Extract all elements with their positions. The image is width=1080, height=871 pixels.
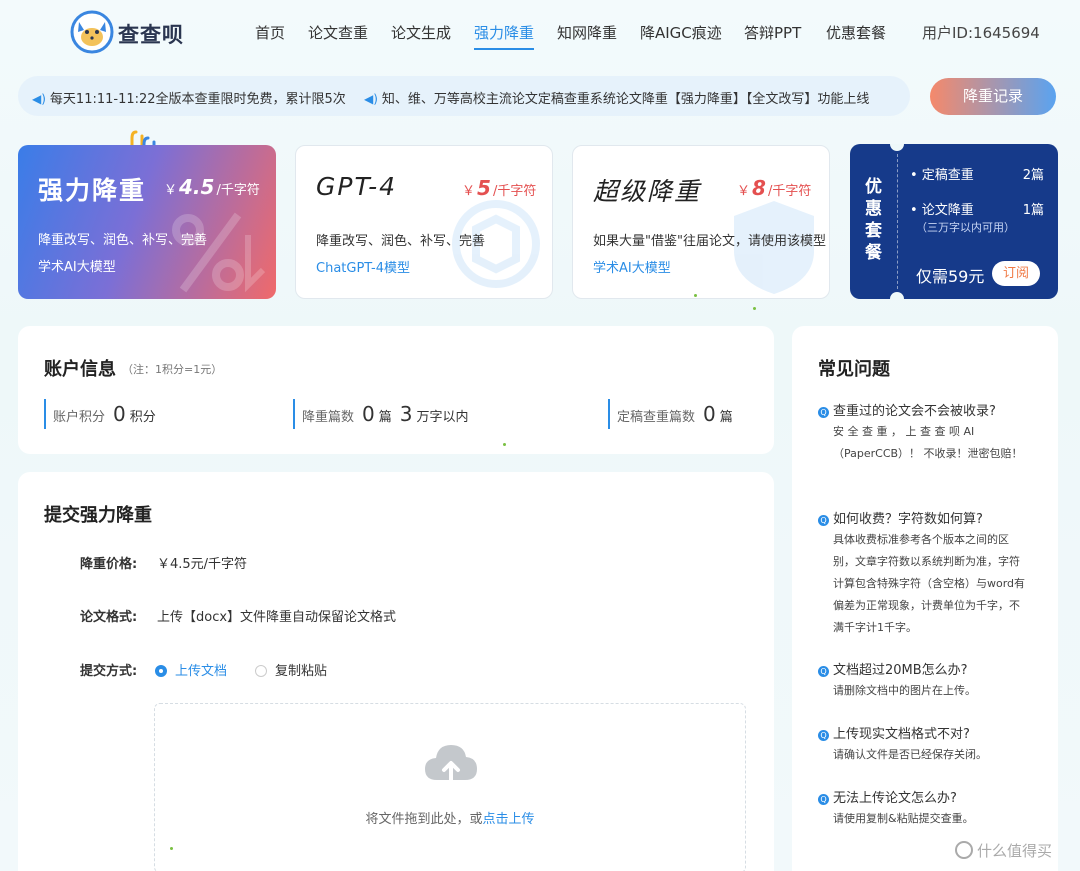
- radio-dot: [255, 665, 267, 677]
- user-id[interactable]: 用户ID:1645694: [922, 22, 1040, 43]
- submit-title: 提交强力降重: [44, 501, 152, 527]
- faq-question: Q 上传现实文档格式不对?: [818, 723, 1028, 742]
- package-price: 仅需59元: [916, 267, 985, 286]
- decor-dot: [694, 294, 697, 297]
- radio-copy-paste[interactable]: 复制粘贴: [255, 660, 327, 679]
- notice-item[interactable]: ◀) 知、维、万等高校主流论文定稿查重系统论文降重【强力降重】【全文改写】功能上线: [364, 88, 869, 107]
- decor-dot: [753, 307, 756, 310]
- product-card-super[interactable]: 超级降重 ￥ 8/千字符 如果大量"借鉴"往届论文，请使用该模型 学术AI大模型: [572, 145, 830, 299]
- nav-home[interactable]: 首页: [255, 22, 285, 43]
- account-panel: 账户信息 （注：1积分=1元） 账户积分 0 积分 降重篇数 0 篇 3 万字以内 定稿查重…: [18, 326, 774, 454]
- nav-cnki-rewrite[interactable]: 知网降重: [557, 22, 617, 43]
- package-note: （三万字以内可用）: [916, 221, 1015, 234]
- product-model: 学术AI大模型: [38, 260, 116, 275]
- product-price: ￥ 4.5/千字符: [164, 175, 260, 199]
- package-count-rewrite: 1篇: [1022, 203, 1044, 218]
- ticket-notch: [890, 144, 904, 151]
- product-name: 超级降重: [593, 177, 702, 206]
- faq-question: Q 如何收费？字符数如何算?: [818, 508, 1028, 527]
- product-price: ￥ 8/千字符: [737, 176, 812, 200]
- package-divider: [897, 154, 898, 289]
- faq-item[interactable]: Q 查重过的论文会不会被收录? 安 全 查 重 ， 上 查 查 呗 AI （Pap…: [818, 400, 1028, 465]
- faq-question: Q 无法上传论文怎么办?: [818, 787, 1028, 806]
- watermark-logo-icon: [955, 841, 973, 859]
- product-desc: 降重改写、润色、补写、完善: [316, 234, 486, 249]
- format-label: 论文格式:: [80, 610, 138, 625]
- notice-item[interactable]: ◀) 每天11:11-11:22全版本查重限时免费，累计限5次: [32, 88, 346, 107]
- stat-final-check-count: 定稿查重篇数 0 篇: [608, 399, 733, 429]
- product-desc: 降重改写、润色、补写、完善: [38, 233, 208, 248]
- account-title: 账户信息: [44, 355, 116, 381]
- radio-dot: [155, 665, 167, 677]
- ticket-notch: [890, 292, 904, 299]
- stat-points: 账户积分 0 积分: [44, 399, 156, 429]
- stat-rewrite-count: 降重篇数 0 篇 3 万字以内: [293, 399, 469, 429]
- package-count-check: 2篇: [1022, 168, 1044, 183]
- price-label: 降重价格:: [80, 557, 138, 572]
- price-value: ￥4.5元/千字符: [157, 557, 248, 572]
- product-card-strong[interactable]: 强力降重 ￥ 4.5/千字符 降重改写、润色、补写、完善 学术AI大模型: [18, 145, 276, 299]
- cloud-upload-icon: [425, 745, 477, 784]
- speaker-icon: ◀): [364, 92, 378, 106]
- question-icon: Q: [818, 666, 829, 677]
- faq-question: Q 文档超过20MB怎么办?: [818, 659, 1028, 678]
- question-icon: Q: [818, 407, 829, 418]
- upload-hint: 将文件拖到此处，或点击上传: [365, 812, 535, 827]
- nav-defense-ppt[interactable]: 答辩PPT: [744, 22, 801, 43]
- account-note: （注：1积分=1元）: [122, 363, 223, 376]
- faq-item[interactable]: Q 上传现实文档格式不对? 请确认文件是否已经保存关闭。: [818, 723, 1028, 766]
- click-upload-link[interactable]: 点击上传: [483, 812, 535, 827]
- faq-question: Q 查重过的论文会不会被收录?: [818, 400, 1028, 419]
- faq-answer: 请删除文档中的图片在上传。: [833, 684, 976, 697]
- logo-text[interactable]: 查查呗: [118, 19, 184, 49]
- package-card[interactable]: 优惠套餐 • 定稿查重 2篇 • 论文降重 1篇 （三万字以内可用） 仅需59元…: [850, 144, 1058, 299]
- question-icon: Q: [818, 730, 829, 741]
- product-name: 强力降重: [38, 176, 147, 205]
- faq-title: 常见问题: [818, 355, 890, 381]
- radio-upload-document[interactable]: 上传文档: [155, 660, 227, 679]
- product-name: GPT-4: [316, 172, 398, 201]
- package-line-check: • 定稿查重: [910, 168, 974, 183]
- product-desc: 如果大量"借鉴"往届论文，请使用该模型: [593, 234, 826, 249]
- faq-item[interactable]: Q 无法上传论文怎么办? 请使用复制&粘贴提交查重。: [818, 787, 1028, 830]
- faq-answer: 请使用复制&粘贴提交查重。: [833, 812, 974, 825]
- decor-dot: [170, 847, 173, 850]
- nav-aigc-reduce[interactable]: 降AIGC痕迹: [640, 22, 722, 43]
- product-price: ￥ 5/千字符: [462, 176, 537, 200]
- watermark: 什么值得买: [955, 840, 1052, 861]
- notice-bar: ◀) 每天11:11-11:22全版本查重限时免费，累计限5次 ◀) 知、维、万等高…: [18, 76, 910, 116]
- file-upload-dropzone[interactable]: 将文件拖到此处，或点击上传: [154, 703, 746, 871]
- logo-icon[interactable]: [70, 10, 114, 54]
- package-line-rewrite: • 论文降重: [910, 203, 974, 218]
- product-model: 学术AI大模型: [593, 261, 671, 276]
- faq-panel: 常见问题 Q 查重过的论文会不会被收录? 安 全 查 重 ， 上 查 查 呗 AI…: [792, 326, 1058, 871]
- product-model: ChatGPT-4模型: [316, 261, 411, 276]
- percent-down-icon: [172, 212, 266, 293]
- package-title: 优惠套餐: [865, 177, 882, 263]
- submit-panel: 提交强力降重 降重价格: ￥4.5元/千字符 论文格式: 上传【docx】文件降…: [18, 472, 774, 871]
- product-card-gpt4[interactable]: GPT-4 ￥ 5/千字符 降重改写、润色、补写、完善 ChatGPT-4模型: [295, 145, 553, 299]
- nav-paper-check[interactable]: 论文查重: [308, 22, 368, 43]
- question-icon: Q: [818, 515, 829, 526]
- faq-answer: 安 全 查 重 ， 上 查 查 呗 AI （PaperCCB）！ 不收录！泄密包…: [833, 425, 1023, 460]
- nav-strong-rewrite[interactable]: 强力降重: [474, 22, 535, 50]
- faq-item[interactable]: Q 文档超过20MB怎么办? 请删除文档中的图片在上传。: [818, 659, 1028, 702]
- decor-dot: [503, 443, 506, 446]
- faq-answer: 请确认文件是否已经保存关闭。: [833, 748, 987, 761]
- faq-answer: 具体收费标准参考各个版本之间的区别，文章字符数以系统判断为准，字符计算包含特殊字…: [833, 533, 1026, 634]
- format-value: 上传【docx】文件降重自动保留论文格式: [157, 610, 397, 625]
- question-icon: Q: [818, 794, 829, 805]
- speaker-icon: ◀): [32, 92, 46, 106]
- subscribe-button[interactable]: 订阅: [992, 261, 1040, 286]
- method-label: 提交方式:: [80, 664, 138, 679]
- top-header: 查查呗 首页 论文查重 论文生成 强力降重 知网降重 降AIGC痕迹 答辩PPT…: [0, 0, 1080, 66]
- nav-paper-generate[interactable]: 论文生成: [391, 22, 451, 43]
- nav-packages[interactable]: 优惠套餐: [826, 22, 886, 43]
- rewrite-record-button[interactable]: 降重记录: [930, 78, 1056, 115]
- faq-item[interactable]: Q 如何收费？字符数如何算? 具体收费标准参考各个版本之间的区别，文章字符数以系统…: [818, 508, 1028, 639]
